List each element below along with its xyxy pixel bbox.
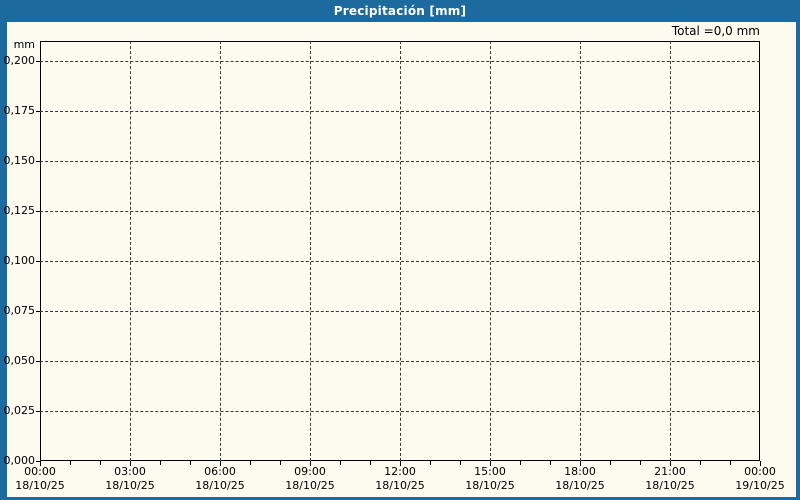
- x-tick-date-label: 18/10/25: [645, 479, 695, 492]
- y-tick-label: 0,150: [3, 154, 36, 167]
- y-axis-tick: [36, 311, 40, 312]
- x-axis-minor-tick: [730, 461, 731, 465]
- x-tick-time-label: 21:00: [654, 465, 686, 478]
- y-axis-tick: [36, 411, 40, 412]
- y-axis-tick: [36, 61, 40, 62]
- x-axis-minor-tick: [370, 461, 371, 465]
- y-tick-label: 0,125: [3, 204, 36, 217]
- chart-title-bar: Precipitación [mm]: [0, 0, 800, 22]
- y-axis-tick: [36, 211, 40, 212]
- x-tick-time-label: 03:00: [114, 465, 146, 478]
- y-tick-label: 0,050: [3, 354, 36, 367]
- total-annotation: Total =0,0 mm: [671, 24, 760, 38]
- x-axis-minor-tick: [610, 461, 611, 465]
- x-axis-minor-tick: [70, 461, 71, 465]
- x-axis-minor-tick: [190, 461, 191, 465]
- v-gridline: [310, 41, 311, 461]
- y-tick-label: 0,075: [3, 304, 36, 317]
- y-tick-label: 0,200: [3, 54, 36, 67]
- x-tick-time-label: 06:00: [204, 465, 236, 478]
- v-gridline: [580, 41, 581, 461]
- x-axis-minor-tick: [700, 461, 701, 465]
- y-axis-tick: [36, 261, 40, 262]
- x-tick-date-label: 18/10/25: [555, 479, 605, 492]
- x-tick-time-label: 09:00: [294, 465, 326, 478]
- x-tick-date-label: 18/10/25: [375, 479, 425, 492]
- v-gridline: [220, 41, 221, 461]
- x-tick-time-label: 15:00: [474, 465, 506, 478]
- v-gridline: [490, 41, 491, 461]
- y-axis-tick: [36, 161, 40, 162]
- x-tick-date-label: 18/10/25: [15, 479, 65, 492]
- x-axis-minor-tick: [460, 461, 461, 465]
- x-tick-date-label: 18/10/25: [105, 479, 155, 492]
- x-tick-date-label: 18/10/25: [195, 479, 245, 492]
- y-tick-label: 0,100: [3, 254, 36, 267]
- x-axis-minor-tick: [550, 461, 551, 465]
- x-axis-minor-tick: [430, 461, 431, 465]
- x-axis-minor-tick: [280, 461, 281, 465]
- v-gridline: [670, 41, 671, 461]
- frame-right-border: [796, 22, 800, 500]
- x-tick-date-label: 18/10/25: [285, 479, 335, 492]
- y-tick-label: 0,025: [3, 404, 36, 417]
- x-axis-minor-tick: [640, 461, 641, 465]
- x-tick-time-label: 12:00: [384, 465, 416, 478]
- y-tick-label: 0,175: [3, 104, 36, 117]
- y-axis-tick: [36, 361, 40, 362]
- chart-title: Precipitación [mm]: [333, 4, 467, 18]
- y-axis-unit-label: mm: [13, 38, 35, 51]
- x-tick-date-label: 19/10/25: [735, 479, 785, 492]
- x-tick-date-label: 18/10/25: [465, 479, 515, 492]
- y-axis-tick: [36, 111, 40, 112]
- chart-window: Precipitación [mm] Total =0,0 mm mm 0,00…: [0, 0, 800, 500]
- x-axis-minor-tick: [100, 461, 101, 465]
- x-axis-minor-tick: [520, 461, 521, 465]
- x-tick-time-label: 00:00: [744, 465, 776, 478]
- x-axis-minor-tick: [160, 461, 161, 465]
- x-tick-time-label: 18:00: [564, 465, 596, 478]
- x-axis-minor-tick: [250, 461, 251, 465]
- x-tick-time-label: 00:00: [24, 465, 56, 478]
- x-axis-minor-tick: [340, 461, 341, 465]
- v-gridline: [400, 41, 401, 461]
- v-gridline: [130, 41, 131, 461]
